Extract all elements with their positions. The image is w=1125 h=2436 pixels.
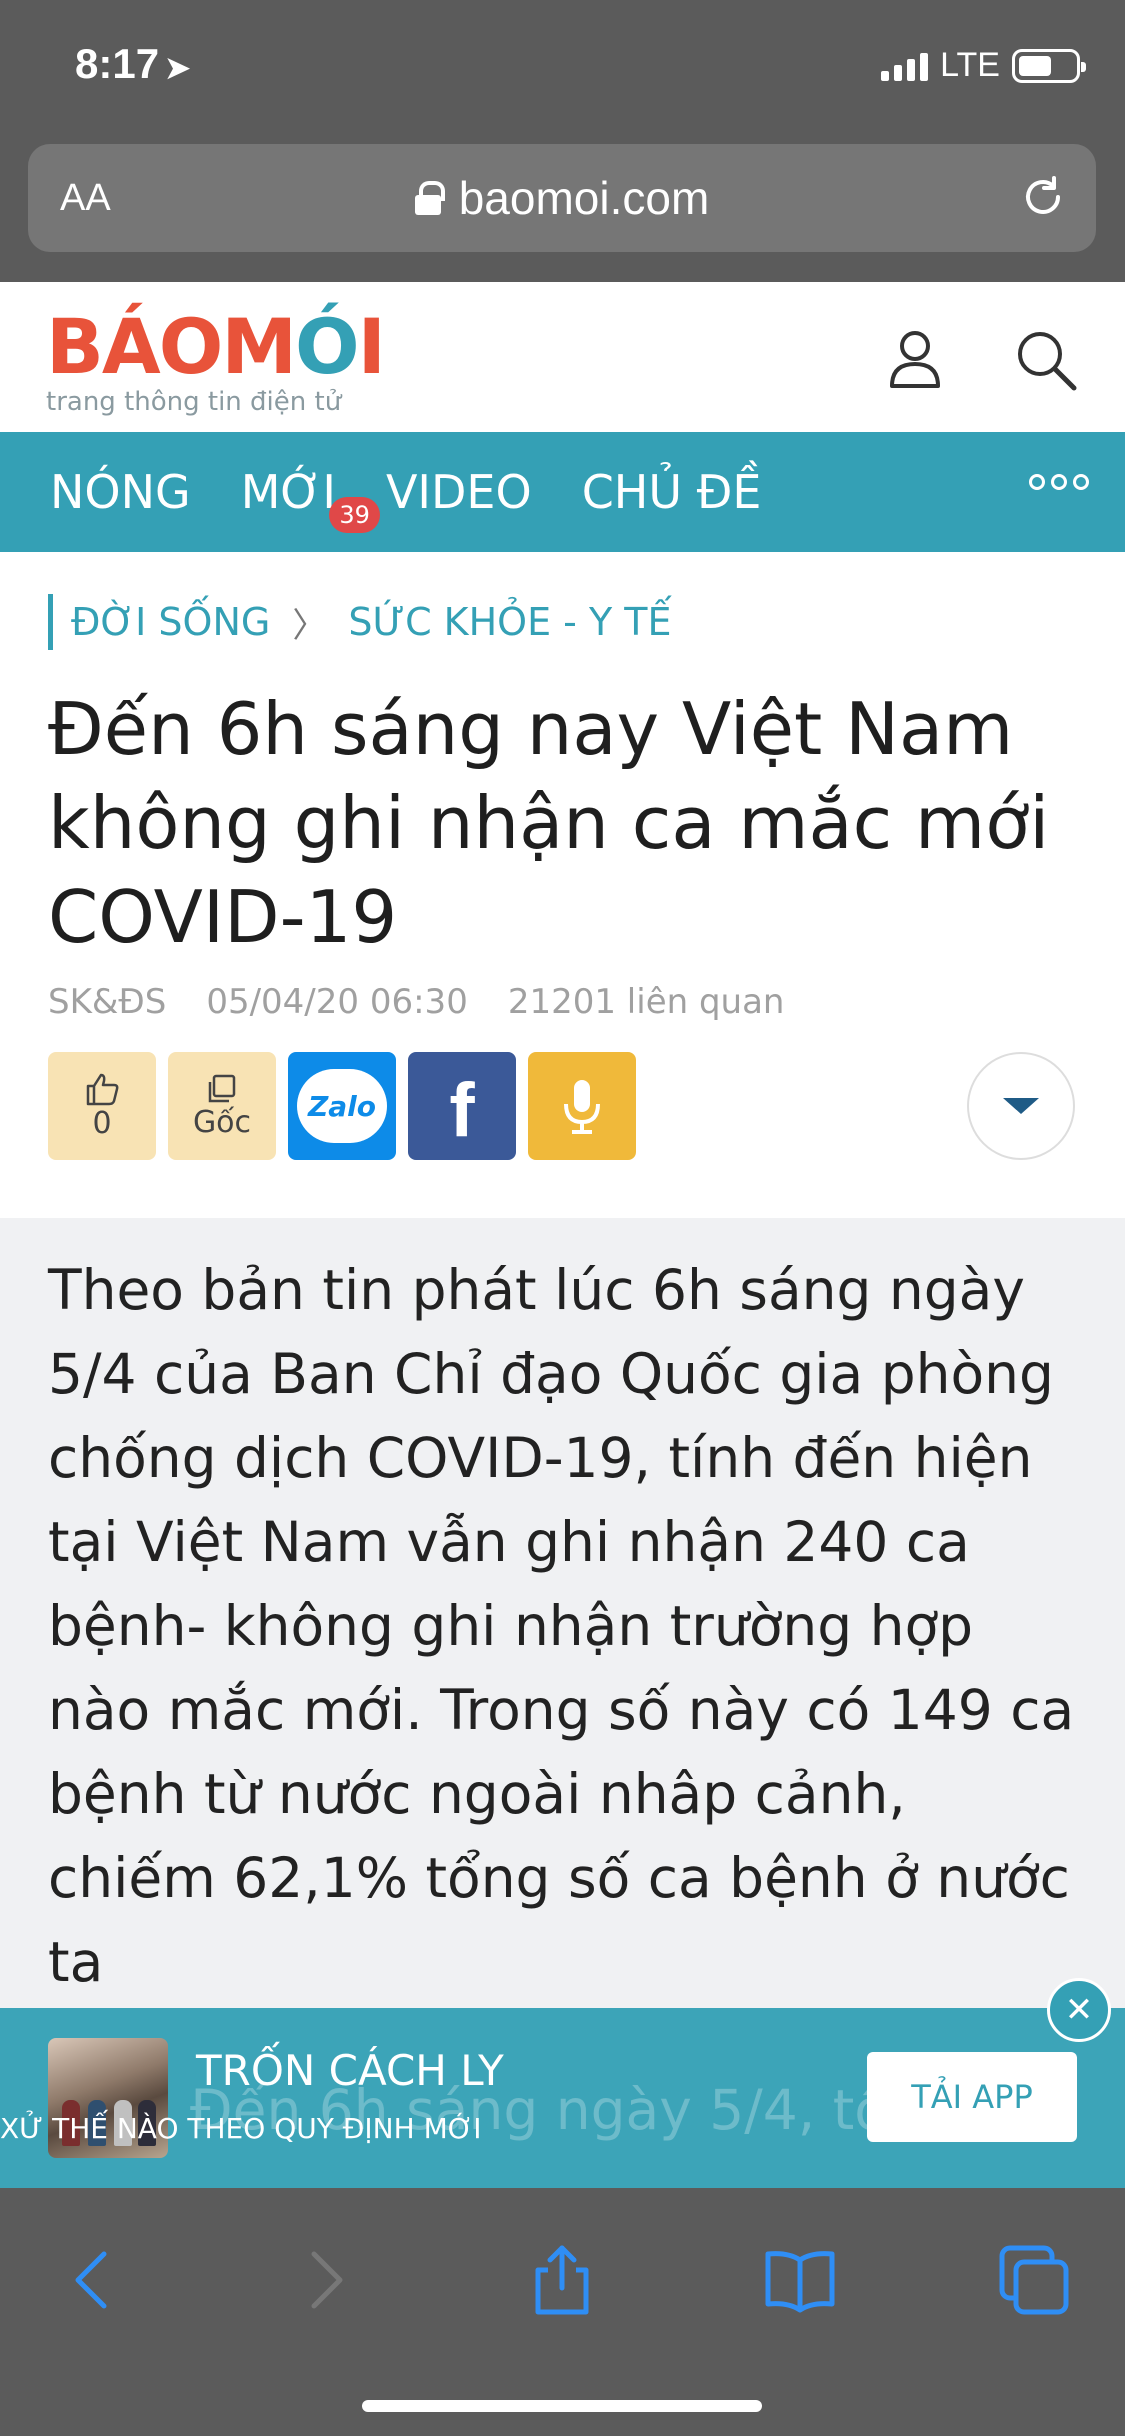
browser-toolbar [0,2188,1125,2436]
article-title: Đến 6h sáng nay Việt Nam không ghi nhận … [48,687,1050,959]
expand-chevron-button[interactable] [967,1052,1075,1160]
status-indicators: LTE [881,46,1086,85]
browser-url-area: AA baomoi.com [0,140,1125,282]
download-app-button[interactable]: TẢI APP [867,2052,1077,2142]
microphone-icon [564,1080,600,1134]
home-indicator[interactable] [362,2400,762,2412]
article-related[interactable]: 21201 liên quan [508,982,785,1022]
address-bar[interactable]: AA baomoi.com [28,144,1096,252]
article-paragraph: Theo bản tin phát lúc 6h sáng ngày 5/4 c… [48,1258,1075,1994]
share-icon[interactable] [522,2240,602,2320]
site-header: BÁOMÓI trang thông tin điện tử [0,282,1125,432]
article-actions: 0 Gốc Zalo f [48,1052,636,1160]
user-icon[interactable] [880,324,950,394]
share-facebook-button[interactable]: f [408,1052,516,1160]
original-source-label: Gốc [192,1104,252,1140]
search-icon[interactable] [1010,324,1080,394]
breadcrumb-item-life[interactable]: ĐỜI SỐNG [71,600,270,644]
bookmarks-icon[interactable] [760,2240,840,2320]
promo-subtitle: XỬ THẾ NÀO THEO QUY ĐỊNH MỚI [0,2112,482,2145]
article-header: ĐỜI SỐNG 〉 SỨC KHỎE - Y TẾ Đến 6h sáng n… [0,552,1125,1218]
reload-icon[interactable] [1018,172,1068,222]
status-bar: 8:17 ➤ LTE [0,0,1125,140]
article-meta: SK&ĐS 05/04/20 06:30 21201 liên quan [48,982,784,1022]
more-menu-icon[interactable] [1029,474,1089,490]
category-nav: NÓNG MỚI 39 VIDEO CHỦ ĐỀ [0,432,1125,552]
tabs-icon[interactable] [994,2240,1074,2320]
back-icon[interactable] [52,2240,132,2320]
copy-icon [208,1074,236,1102]
status-time: 8:17 ➤ [75,40,191,87]
battery-icon [1012,48,1086,83]
cellular-signal-icon [881,51,929,81]
breadcrumb-item-health[interactable]: SỨC KHỎE - Y TẾ [348,600,671,644]
reader-text-size-button[interactable]: AA [60,177,111,220]
zalo-icon: Zalo [297,1069,387,1143]
site-logo[interactable]: BÁOMÓI trang thông tin điện tử [46,302,386,417]
like-count: 0 [92,1105,112,1141]
article-body: Theo bản tin phát lúc 6h sáng ngày 5/4 c… [0,1218,1125,2008]
location-arrow-icon: ➤ [165,52,191,85]
url-display[interactable]: baomoi.com [414,171,710,225]
original-source-button[interactable]: Gốc [168,1052,276,1160]
site-tagline: trang thông tin điện tử [46,387,342,417]
chevron-right-icon: 〉 [292,605,327,646]
share-zalo-button[interactable]: Zalo [288,1052,396,1160]
lock-icon [414,181,445,215]
article-source[interactable]: SK&ĐS [48,982,166,1022]
nav-item-video[interactable]: VIDEO [386,465,532,519]
new-count-badge: 39 [329,497,380,533]
listen-audio-button[interactable] [528,1052,636,1160]
breadcrumb: ĐỜI SỐNG 〉 SỨC KHỎE - Y TẾ [48,594,671,650]
nav-item-topics[interactable]: CHỦ ĐỀ [582,465,762,519]
carrier-label: LTE [940,46,1000,84]
like-button[interactable]: 0 [48,1052,156,1160]
close-icon[interactable]: ✕ [1047,1978,1111,2042]
facebook-icon: f [449,1067,475,1153]
forward-icon[interactable] [286,2240,366,2320]
nav-item-hot[interactable]: NÓNG [50,465,191,519]
promo-title: TRỐN CÁCH LY [196,2046,504,2095]
article-datetime: 05/04/20 06:30 [206,982,468,1022]
thumbs-up-icon [86,1073,119,1105]
nav-item-new[interactable]: MỚI 39 [241,465,380,533]
url-text: baomoi.com [458,172,710,224]
promo-banner[interactable]: Đến 6h sáng ngày 5/4, tổng số TRỐN CÁCH … [0,1978,1125,2188]
